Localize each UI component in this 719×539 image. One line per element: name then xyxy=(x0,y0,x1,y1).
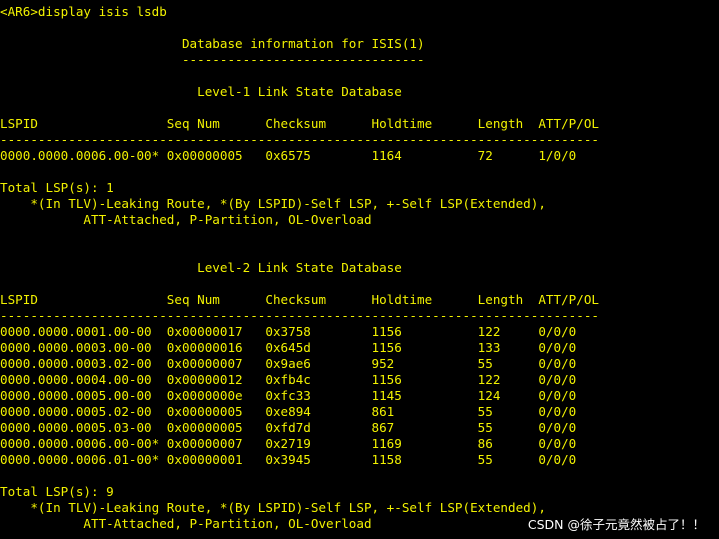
level1-heading: Level-1 Link State Database xyxy=(0,84,402,99)
level2-total: Total LSP(s): 9 xyxy=(0,484,114,499)
database-title-underline: -------------------------------- xyxy=(0,52,425,67)
command-line: <AR6>display isis lsdb xyxy=(0,4,167,19)
level2-column-headers: LSPID Seq Num Checksum Holdtime Length A… xyxy=(0,292,599,307)
level2-row: 0000.0000.0003.02-00 0x00000007 0x9ae6 9… xyxy=(0,356,577,371)
level2-separator: ----------------------------------------… xyxy=(0,308,599,323)
level2-row: 0000.0000.0003.00-00 0x00000016 0x645d 1… xyxy=(0,340,577,355)
level1-total: Total LSP(s): 1 xyxy=(0,180,114,195)
level1-legend-line-1: *(In TLV)-Leaking Route, *(By LSPID)-Sel… xyxy=(0,196,546,211)
level2-row: 0000.0000.0004.00-00 0x00000012 0xfb4c 1… xyxy=(0,372,577,387)
level1-row: 0000.0000.0006.00-00* 0x00000005 0x6575 … xyxy=(0,148,577,163)
level2-row: 0000.0000.0005.02-00 0x00000005 0xe894 8… xyxy=(0,404,577,419)
database-title: Database information for ISIS(1) xyxy=(0,36,425,51)
level2-row: 0000.0000.0006.01-00* 0x00000001 0x3945 … xyxy=(0,452,577,467)
level2-row: 0000.0000.0001.00-00 0x00000017 0x3758 1… xyxy=(0,324,577,339)
level2-heading: Level-2 Link State Database xyxy=(0,260,402,275)
level2-row: 0000.0000.0006.00-00* 0x00000007 0x2719 … xyxy=(0,436,577,451)
level2-row: 0000.0000.0005.00-00 0x0000000e 0xfc33 1… xyxy=(0,388,577,403)
terminal-window[interactable]: <AR6>display isis lsdb Database informat… xyxy=(0,0,719,539)
level1-legend-line-2: ATT-Attached, P-Partition, OL-Overload xyxy=(0,212,372,227)
level2-row: 0000.0000.0005.03-00 0x00000005 0xfd7d 8… xyxy=(0,420,577,435)
csdn-watermark: CSDN @徐子元竟然被占了！！ xyxy=(527,517,705,532)
level1-column-headers: LSPID Seq Num Checksum Holdtime Length A… xyxy=(0,116,599,131)
level1-separator: ----------------------------------------… xyxy=(0,132,599,147)
